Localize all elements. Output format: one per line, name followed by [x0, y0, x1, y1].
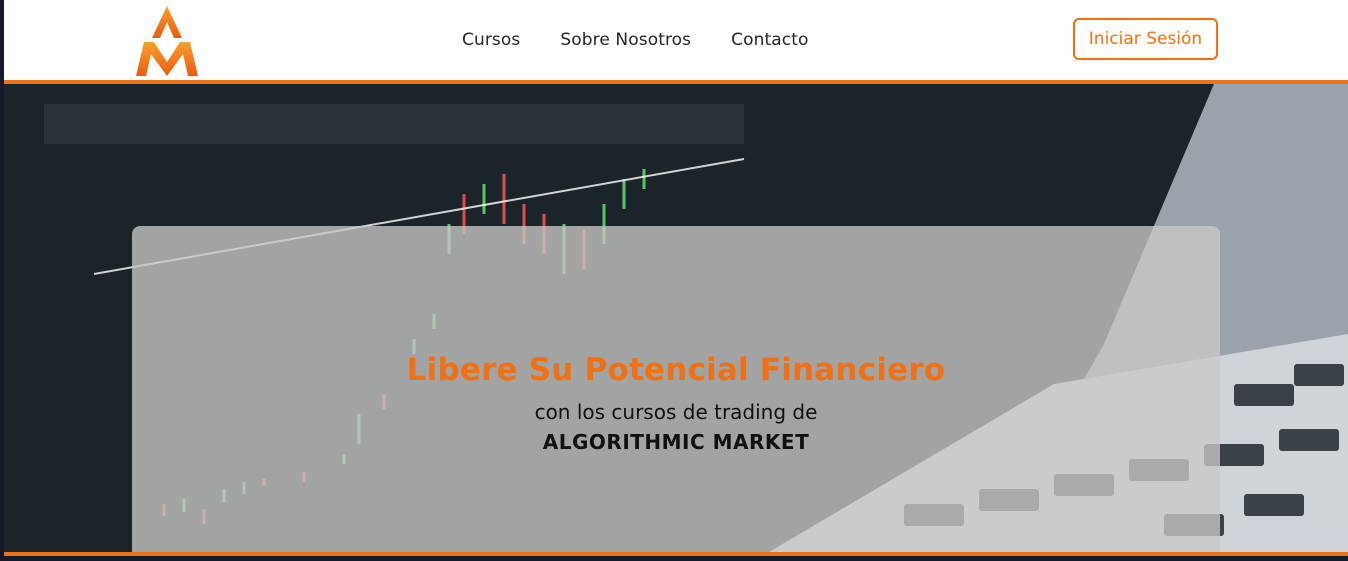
hero-brand-name: ALGORITHMIC MARKET: [542, 430, 810, 454]
hero-subtitle: con los cursos de trading de: [534, 400, 818, 424]
nav-link-contacto[interactable]: Contacto: [731, 30, 808, 50]
login-button[interactable]: Iniciar Sesión: [1073, 18, 1218, 60]
main-nav: Cursos Sobre Nosotros Contacto: [462, 0, 848, 80]
site-header: Cursos Sobre Nosotros Contacto Iniciar S…: [4, 0, 1348, 84]
hero-overlay-card: Libere Su Potencial Financiero con los c…: [132, 226, 1220, 555]
am-logo-icon[interactable]: [136, 6, 198, 76]
page-frame: Cursos Sobre Nosotros Contacto Iniciar S…: [4, 0, 1348, 561]
hero-title: Libere Su Potencial Financiero: [406, 352, 946, 388]
hero-bottom-divider: [4, 552, 1348, 561]
nav-link-sobre-nosotros[interactable]: Sobre Nosotros: [560, 30, 691, 50]
nav-link-cursos[interactable]: Cursos: [462, 30, 520, 50]
hero-section: Libere Su Potencial Financiero con los c…: [4, 84, 1348, 555]
